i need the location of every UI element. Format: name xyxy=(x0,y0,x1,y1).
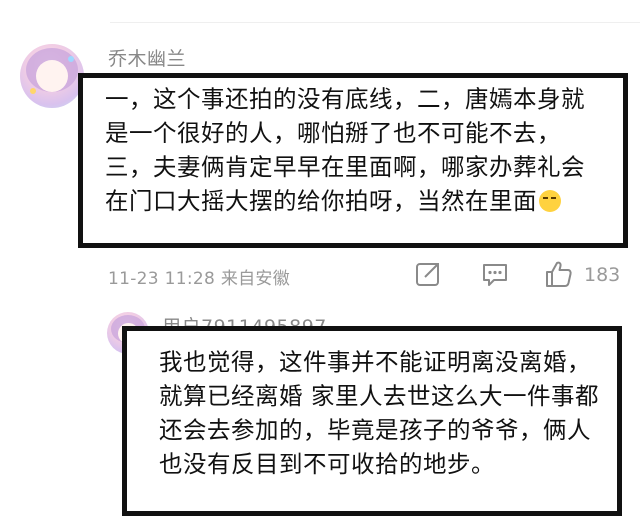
location: 来自安徽 xyxy=(220,269,291,289)
comment-text: 一，这个事还拍的没有底线，二，唐嫣本身就是一个很好的人，哪怕掰了也不可能不去，三… xyxy=(105,85,585,215)
avatar[interactable] xyxy=(20,44,84,108)
comment-highlight-box: 一，这个事还拍的没有底线，二，唐嫣本身就是一个很好的人，哪怕掰了也不可能不去，三… xyxy=(78,73,628,248)
username[interactable]: 乔木幽兰 xyxy=(108,44,186,71)
like-count: 183 xyxy=(584,264,621,286)
thumbs-up-icon[interactable] xyxy=(544,259,574,289)
share-icon[interactable] xyxy=(413,259,443,289)
reply-text: 我也觉得，这件事并不能证明离没离婚，就算已经离婚 家里人去世这么大一件事都还会去… xyxy=(159,348,599,478)
comment-meta: 11-23 11:28 来自安徽 xyxy=(108,264,290,289)
divider xyxy=(110,22,640,23)
thinking-face-emoji-icon xyxy=(539,190,561,212)
reply-highlight-box: 我也觉得，这件事并不能证明离没离婚，就算已经离婚 家里人去世这么大一件事都还会去… xyxy=(122,326,622,516)
comment-icon[interactable] xyxy=(480,259,510,289)
timestamp: 11-23 11:28 xyxy=(108,269,216,289)
